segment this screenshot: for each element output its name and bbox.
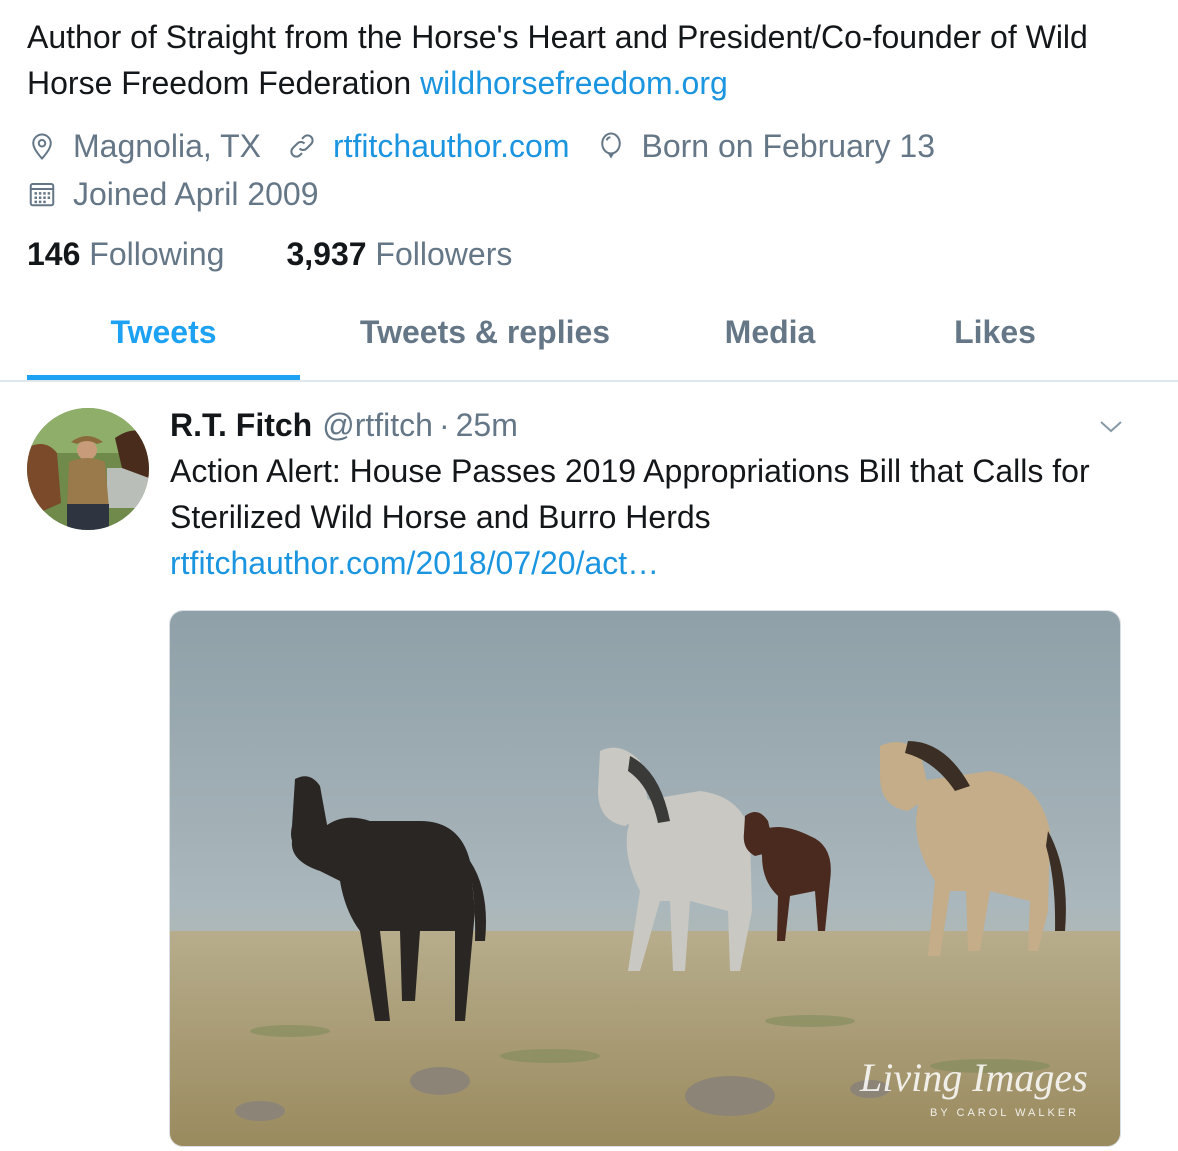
tweet-author-name[interactable]: R.T. Fitch bbox=[170, 407, 312, 444]
tab-tweets[interactable]: Tweets bbox=[27, 314, 300, 351]
website-item[interactable]: rtfitchauthor.com bbox=[287, 128, 570, 165]
calendar-icon bbox=[29, 183, 55, 207]
location-icon bbox=[32, 133, 52, 160]
avatar-image bbox=[27, 408, 149, 530]
tweet-header: R.T. Fitch @rtfitch · 25m bbox=[170, 402, 518, 448]
balloon-icon bbox=[600, 132, 621, 159]
tweet-body: Action Alert: House Passes 2019 Appropri… bbox=[170, 448, 1130, 586]
horses-photo: Living Images BY CAROL WALKER bbox=[170, 611, 1120, 1146]
tab-likes[interactable]: Likes bbox=[900, 314, 1090, 351]
profile-tabs: Tweets Tweets & replies Media Likes bbox=[0, 300, 1178, 382]
birthday-item: Born on February 13 bbox=[596, 127, 936, 165]
chevron-down-icon[interactable] bbox=[1096, 414, 1126, 440]
tweet-link[interactable]: rtfitchauthor.com/2018/07/20/act… bbox=[170, 540, 1130, 586]
tab-media[interactable]: Media bbox=[680, 314, 860, 351]
tweet-text: Action Alert: House Passes 2019 Appropri… bbox=[170, 453, 1090, 535]
media-watermark-sub: BY CAROL WALKER bbox=[930, 1107, 1079, 1119]
tab-tweets-replies[interactable]: Tweets & replies bbox=[330, 314, 640, 351]
active-tab-indicator bbox=[27, 375, 300, 380]
birthday-text: Born on February 13 bbox=[641, 127, 936, 164]
link-icon bbox=[290, 134, 314, 158]
profile-joined-row: Joined April 2009 bbox=[27, 172, 345, 216]
tweet-timestamp[interactable]: 25m bbox=[456, 407, 518, 444]
profile-bio: Author of Straight from the Horse's Hear… bbox=[27, 14, 1147, 106]
location-item: Magnolia, TX bbox=[27, 128, 261, 165]
location-text: Magnolia, TX bbox=[73, 127, 261, 164]
followers-count-link[interactable]: 3,937 Followers bbox=[286, 236, 512, 273]
tweet-media-image[interactable]: Living Images BY CAROL WALKER bbox=[169, 610, 1121, 1147]
bio-link[interactable]: wildhorsefreedom.org bbox=[420, 65, 728, 101]
following-count: 146 bbox=[27, 235, 81, 272]
joined-text: Joined April 2009 bbox=[73, 175, 319, 212]
tweet-separator: · bbox=[438, 406, 450, 443]
profile-meta-row: Magnolia, TX rtfitchauthor.com Born on F… bbox=[27, 124, 961, 168]
following-count-link[interactable]: 146 Following bbox=[27, 236, 224, 273]
following-label: Following bbox=[89, 235, 225, 272]
followers-count: 3,937 bbox=[286, 235, 367, 272]
joined-item: Joined April 2009 bbox=[27, 176, 319, 213]
website-link[interactable]: rtfitchauthor.com bbox=[333, 128, 570, 165]
profile-counts: 146 Following 3,937 Followers bbox=[27, 232, 574, 276]
followers-label: Followers bbox=[375, 235, 513, 272]
avatar[interactable] bbox=[27, 408, 149, 530]
media-watermark: Living Images bbox=[859, 1055, 1088, 1100]
tweet-author-handle[interactable]: @rtfitch bbox=[322, 407, 433, 444]
